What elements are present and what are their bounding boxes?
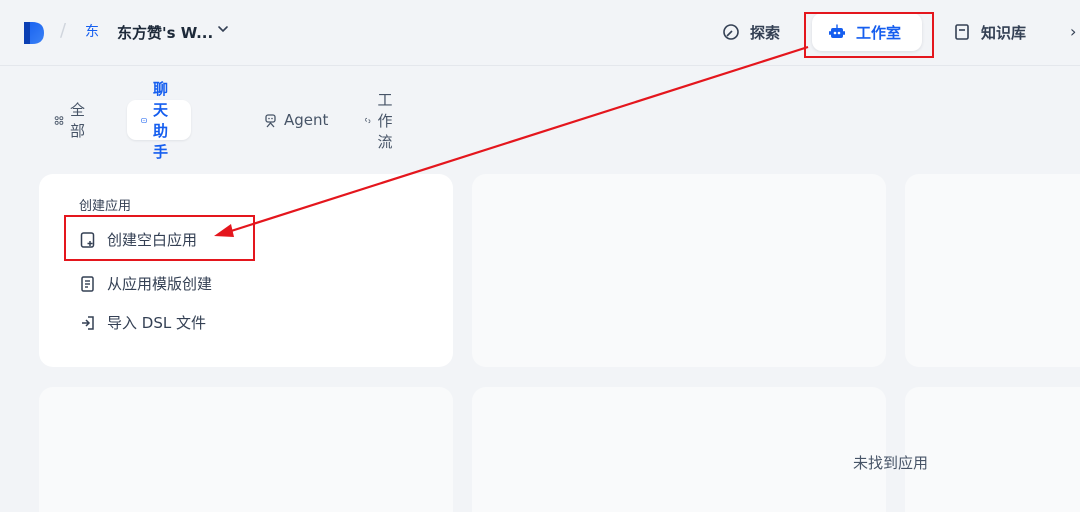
compass-icon: [723, 24, 739, 40]
app-card-placeholder: [472, 174, 886, 367]
nav-explore[interactable]: 探索: [722, 13, 780, 51]
app-card-placeholder: [905, 174, 1080, 367]
app-card-placeholder: [905, 387, 1080, 512]
create-app-card: 创建应用 创建空白应用 从应用模版创建 导入 DSL 文件: [39, 174, 453, 367]
breadcrumb-separator: /: [60, 20, 67, 41]
create-from-template-button[interactable]: 从应用模版创建: [79, 273, 212, 294]
chevron-down-icon[interactable]: [216, 22, 230, 36]
tab-workflow[interactable]: 工作流: [350, 91, 414, 151]
create-app-title: 创建应用: [79, 199, 132, 214]
tab-all-label: 全部: [70, 101, 86, 140]
nav-knowledge-label: 知识库: [981, 23, 1027, 42]
workspace-name[interactable]: 东方赞's W...: [117, 22, 213, 43]
annotation-highlight-studio: [804, 12, 934, 58]
import-dsl-label: 导入 DSL 文件: [107, 314, 206, 332]
import-dsl-button[interactable]: 导入 DSL 文件: [79, 312, 206, 333]
empty-state-text: 未找到应用: [853, 454, 929, 472]
import-icon: [82, 315, 94, 330]
tab-all[interactable]: 全部: [40, 100, 104, 140]
nav-knowledge[interactable]: 知识库: [953, 13, 1026, 51]
app-logo[interactable]: [22, 20, 46, 46]
tab-chat-assistant-label: 聊天助手: [153, 80, 169, 161]
more-icon[interactable]: ›: [1070, 22, 1076, 41]
tab-agent[interactable]: Agent: [249, 100, 342, 140]
workflow-icon: [365, 117, 371, 123]
chat-bot-icon: [141, 117, 147, 123]
create-from-template-label: 从应用模版创建: [107, 275, 213, 293]
app-card-placeholder: [39, 387, 453, 512]
annotation-highlight-create-blank: [64, 215, 255, 261]
app-card-placeholder: [472, 387, 886, 512]
grid-icon: [54, 115, 64, 125]
workspace-avatar[interactable]: 东: [82, 22, 102, 42]
tab-workflow-label: 工作流: [377, 90, 393, 151]
tab-chat-assistant[interactable]: 聊天助手: [127, 80, 192, 161]
book-icon: [955, 24, 969, 40]
tab-agent-label: Agent: [284, 111, 329, 129]
agent-icon: [265, 113, 276, 127]
template-icon: [81, 275, 94, 292]
nav-explore-label: 探索: [750, 23, 781, 42]
